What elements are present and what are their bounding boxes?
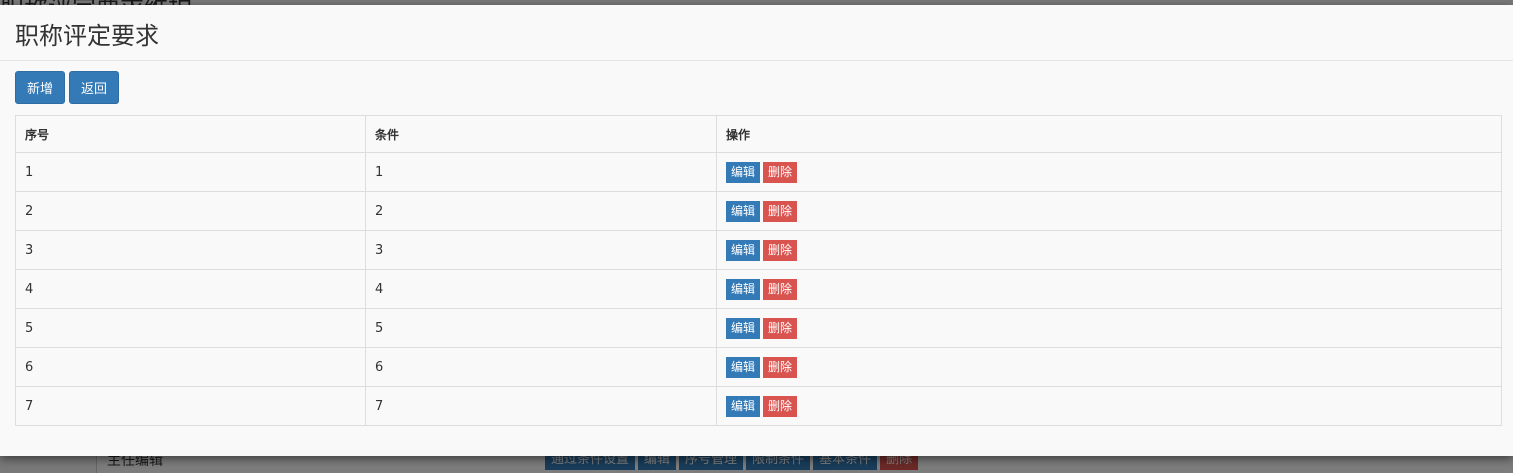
table-row: 1 1 编辑 删除 — [15, 152, 1502, 192]
edit-button[interactable]: 编辑 — [726, 278, 761, 300]
edit-button[interactable]: 编辑 — [726, 395, 761, 417]
edit-button[interactable]: 编辑 — [726, 356, 761, 378]
cell-seq: 4 — [15, 269, 366, 309]
cell-seq: 3 — [15, 230, 366, 270]
cell-actions: 编辑 删除 — [716, 347, 1502, 387]
table-header-row: 序号 条件 操作 — [15, 115, 1502, 153]
delete-button[interactable]: 删除 — [763, 395, 798, 417]
cell-condition: 6 — [365, 347, 717, 387]
cell-condition: 2 — [365, 191, 717, 231]
delete-button[interactable]: 删除 — [763, 200, 798, 222]
delete-button[interactable]: 删除 — [763, 356, 798, 378]
edit-button[interactable]: 编辑 — [726, 317, 761, 339]
modal-dialog: 职称评定要求 新增 返回 序号 条件 操作 1 1 编辑 删除 2 2 编辑 删… — [0, 5, 1513, 456]
delete-button[interactable]: 删除 — [763, 239, 798, 261]
modal-header: 职称评定要求 — [0, 5, 1513, 61]
delete-button[interactable]: 删除 — [763, 278, 798, 300]
column-header-actions: 操作 — [716, 115, 1502, 153]
cell-actions: 编辑 删除 — [716, 269, 1502, 309]
delete-button[interactable]: 删除 — [763, 317, 798, 339]
cell-condition: 3 — [365, 230, 717, 270]
edit-button[interactable]: 编辑 — [726, 239, 761, 261]
modal-title: 职称评定要求 — [15, 22, 159, 50]
table-row: 5 5 编辑 删除 — [15, 308, 1502, 348]
table-row: 7 7 编辑 删除 — [15, 386, 1502, 426]
requirements-table-container: 序号 条件 操作 1 1 编辑 删除 2 2 编辑 删除 3 3 编辑 删除 4… — [15, 115, 1502, 426]
cell-actions: 编辑 删除 — [716, 308, 1502, 348]
requirements-table: 序号 条件 操作 1 1 编辑 删除 2 2 编辑 删除 3 3 编辑 删除 4… — [15, 115, 1502, 426]
cell-seq: 5 — [15, 308, 366, 348]
cell-seq: 1 — [15, 152, 366, 192]
cell-actions: 编辑 删除 — [716, 386, 1502, 426]
table-row: 6 6 编辑 删除 — [15, 347, 1502, 387]
cell-seq: 6 — [15, 347, 366, 387]
add-button[interactable]: 新增 — [15, 71, 66, 104]
edit-button[interactable]: 编辑 — [726, 200, 761, 222]
cell-actions: 编辑 删除 — [716, 191, 1502, 231]
back-button[interactable]: 返回 — [69, 71, 120, 104]
cell-condition: 4 — [365, 269, 717, 309]
table-row: 3 3 编辑 删除 — [15, 230, 1502, 270]
table-row: 2 2 编辑 删除 — [15, 191, 1502, 231]
cell-condition: 5 — [365, 308, 717, 348]
cell-actions: 编辑 删除 — [716, 230, 1502, 270]
table-row: 4 4 编辑 删除 — [15, 269, 1502, 309]
column-header-seq: 序号 — [15, 115, 366, 153]
column-header-condition: 条件 — [365, 115, 717, 153]
cell-condition: 7 — [365, 386, 717, 426]
edit-button[interactable]: 编辑 — [726, 161, 761, 183]
delete-button[interactable]: 删除 — [763, 161, 798, 183]
toolbar: 新增 返回 — [15, 71, 120, 104]
cell-actions: 编辑 删除 — [716, 152, 1502, 192]
cell-seq: 7 — [15, 386, 366, 426]
cell-seq: 2 — [15, 191, 366, 231]
cell-condition: 1 — [365, 152, 717, 192]
